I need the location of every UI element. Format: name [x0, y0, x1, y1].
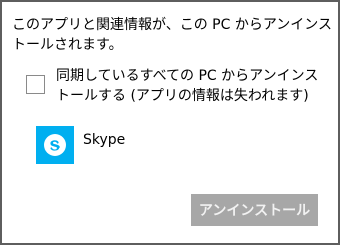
sync-uninstall-option[interactable]: 同期しているすべての PC からアンインス トールする (アプリの情報は失われま… — [26, 66, 326, 110]
sync-uninstall-label[interactable]: 同期しているすべての PC からアンインス トールする (アプリの情報は失われま… — [56, 66, 326, 106]
uninstall-dialog: このアプリと関連情報が、この PC からアンインス トールされます。 同期してい… — [0, 0, 340, 245]
uninstall-button[interactable]: アンインストール — [191, 194, 318, 226]
sync-uninstall-checkbox[interactable] — [26, 75, 45, 94]
skype-icon — [36, 126, 74, 164]
skype-logo-glyph — [44, 134, 66, 156]
app-name: Skype — [83, 132, 126, 148]
dialog-message: このアプリと関連情報が、この PC からアンインス トールされます。 — [12, 17, 332, 53]
app-info: Skype — [36, 126, 236, 166]
